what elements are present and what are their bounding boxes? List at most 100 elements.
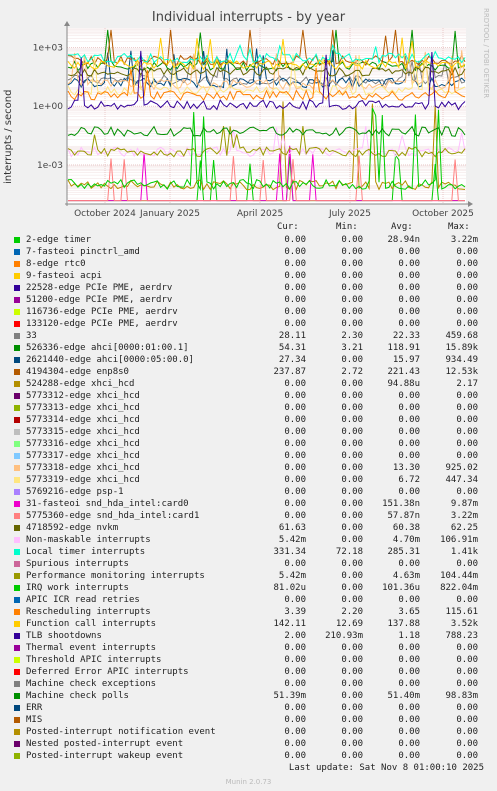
legend-swatch — [14, 261, 20, 267]
legend-swatch — [14, 693, 20, 699]
legend-value-cur: 0.00 — [284, 595, 306, 605]
legend-value-max: 934.49 — [445, 355, 478, 365]
x-tick-label: January 2025 — [139, 209, 200, 219]
legend-value-avg: 0.00 — [398, 427, 420, 437]
legend-value-max: 98.83m — [445, 691, 478, 701]
legend-swatch — [14, 537, 20, 543]
legend-row: 22528-edge PCIe PME, aerdrv 0.00 0.00 0.00 0… — [0, 282, 497, 294]
legend-series-name: Threshold APIC interrupts — [26, 655, 162, 665]
legend-header-avg: Avg: — [391, 222, 413, 232]
legend-row: 5773312-edge xhci_hcd 0.00 0.00 0.00 0.00 — [0, 390, 497, 402]
legend-value-min: 0.00 — [341, 571, 363, 581]
legend-value-min: 0.00 — [341, 319, 363, 329]
legend-row: Non-maskable interrupts 5.42m 0.00 4.70m 106… — [0, 534, 497, 546]
legend-row: 8-edge rtc0 0.00 0.00 0.00 0.00 — [0, 258, 497, 270]
legend-value-avg: 4.63m — [392, 571, 420, 581]
legend-value-avg: 0.00 — [398, 319, 420, 329]
legend-series-name: TLB shootdowns — [26, 631, 102, 641]
legend-value-avg: 221.43 — [387, 367, 420, 377]
legend-value-avg: 0.00 — [398, 403, 420, 413]
legend-value-max: 0.00 — [456, 451, 478, 461]
legend-value-avg: 0.00 — [398, 295, 420, 305]
legend-value-cur: 54.31 — [278, 343, 306, 353]
legend-series-name: APIC ICR read retries — [26, 595, 140, 605]
legend-value-avg: 0.00 — [398, 283, 420, 293]
legend-value-avg: 0.00 — [398, 439, 420, 449]
legend-series-name: ERR — [26, 703, 43, 713]
legend-series-name: 5773314-edge xhci_hcd — [26, 415, 140, 425]
legend-row: 2-edge timer 0.00 0.00 28.94n 3.22m — [0, 234, 497, 246]
legend-swatch — [14, 669, 20, 675]
legend-value-max: 3.52k — [450, 619, 478, 629]
legend-value-max: 0.00 — [456, 439, 478, 449]
legend-value-max: 0.00 — [456, 271, 478, 281]
legend-value-max: 0.00 — [456, 727, 478, 737]
x-tick-label: April 2025 — [237, 209, 283, 219]
legend-value-min: 0.00 — [341, 535, 363, 545]
legend-series-name: Deferred Error APIC interrupts — [26, 667, 189, 677]
legend-value-cur: 27.34 — [278, 355, 306, 365]
legend-value-min: 0.00 — [341, 475, 363, 485]
legend-value-cur: 0.00 — [284, 667, 306, 677]
legend-series-name: 524288-edge xhci_hcd — [26, 379, 135, 389]
legend-value-min: 0.00 — [341, 523, 363, 533]
legend-value-max: 115.61 — [445, 607, 478, 617]
legend-swatch — [14, 753, 20, 759]
legend-value-max: 9.87m — [450, 499, 478, 509]
legend-value-max: 822.04m — [440, 583, 478, 593]
legend-value-cur: 5.42m — [278, 571, 306, 581]
legend-row: 5773318-edge xhci_hcd 0.00 0.00 13.30 925.02 — [0, 462, 497, 474]
legend-swatch — [14, 345, 20, 351]
legend-value-cur: 0.00 — [284, 475, 306, 485]
legend-value-min: 0.00 — [341, 463, 363, 473]
legend-swatch — [14, 729, 20, 735]
legend-value-avg: 0.00 — [398, 655, 420, 665]
legend-series-name: 133120-edge PCIe PME, aerdrv — [26, 319, 178, 329]
legend-swatch — [14, 249, 20, 255]
legend-value-avg: 0.00 — [398, 727, 420, 737]
legend-series-name: Rescheduling interrupts — [26, 607, 151, 617]
legend-value-avg: 15.97 — [392, 355, 420, 365]
legend-swatch — [14, 657, 20, 663]
legend-value-max: 0.00 — [456, 247, 478, 257]
legend-value-min: 0.00 — [341, 499, 363, 509]
legend-series-name: 5773313-edge xhci_hcd — [26, 403, 140, 413]
legend-value-cur: 0.00 — [284, 751, 306, 761]
legend-value-min: 72.18 — [335, 547, 363, 557]
legend-value-cur: 0.00 — [284, 235, 306, 245]
legend-value-cur: 0.00 — [284, 247, 306, 257]
legend-row: ERR 0.00 0.00 0.00 0.00 — [0, 702, 497, 714]
legend-value-avg: 4.70m — [392, 535, 420, 545]
legend-value-max: 788.23 — [445, 631, 478, 641]
legend-value-max: 0.00 — [456, 643, 478, 653]
legend-value-avg: 1.18 — [398, 631, 420, 641]
legend-value-max: 0.00 — [456, 751, 478, 761]
legend-value-min: 0.00 — [341, 739, 363, 749]
legend-value-cur: 0.00 — [284, 463, 306, 473]
legend-row: 9-fasteoi acpi 0.00 0.00 0.00 0.00 — [0, 270, 497, 282]
legend-value-avg: 137.88 — [387, 619, 420, 629]
x-tick-label: October 2024 — [74, 209, 136, 219]
legend-value-cur: 0.00 — [284, 283, 306, 293]
legend-series-name: 5773315-edge xhci_hcd — [26, 427, 140, 437]
legend-series-name: 33 — [26, 331, 37, 341]
legend-series-name: Posted-interrupt wakeup event — [26, 751, 184, 761]
legend-value-cur: 0.00 — [284, 319, 306, 329]
legend-series-name: 5773316-edge xhci_hcd — [26, 439, 140, 449]
legend-series-name: 5769216-edge psp-1 — [26, 487, 124, 497]
legend-value-avg: 22.33 — [392, 331, 420, 341]
legend-value-cur: 0.00 — [284, 403, 306, 413]
legend-value-max: 0.00 — [456, 667, 478, 677]
legend-series-name: 526336-edge ahci[0000:01:00.1] — [26, 343, 189, 353]
legend-row: 524288-edge xhci_hcd 0.00 0.00 94.88u 2.17 — [0, 378, 497, 390]
legend-swatch — [14, 741, 20, 747]
legend-series-name: Nested posted-interrupt event — [26, 739, 184, 749]
legend-value-avg: 0.00 — [398, 451, 420, 461]
legend-row: 51200-edge PCIe PME, aerdrv 0.00 0.00 0.00 0… — [0, 294, 497, 306]
legend-row: Machine check exceptions 0.00 0.00 0.00 0.00 — [0, 678, 497, 690]
legend-swatch — [14, 273, 20, 279]
legend-value-min: 3.21 — [341, 343, 363, 353]
legend-value-min: 2.30 — [341, 331, 363, 341]
legend-value-cur: 0.00 — [284, 295, 306, 305]
legend-swatch — [14, 237, 20, 243]
